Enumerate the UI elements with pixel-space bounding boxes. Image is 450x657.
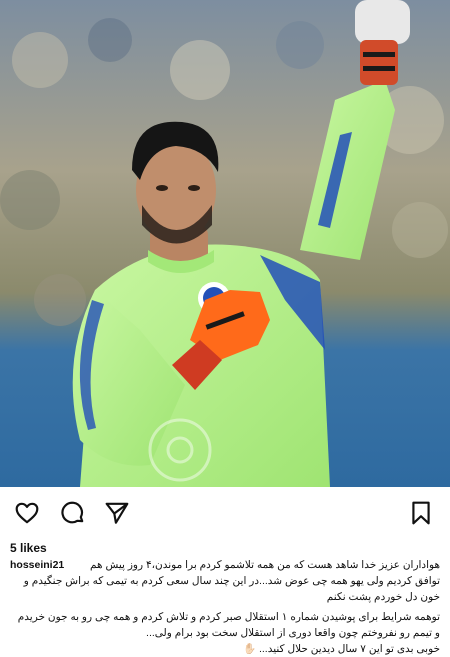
post-actions bbox=[0, 487, 450, 537]
share-icon[interactable] bbox=[104, 500, 130, 526]
caption-line-2: توافق کردیم ولی یهو همه چی عوض شد...در ا… bbox=[23, 575, 440, 587]
post-photo[interactable] bbox=[0, 0, 450, 487]
bookmark-icon[interactable] bbox=[408, 500, 434, 526]
caption-line-1b: هواداران عزیز خدا شاهد هست که من همه تلا… bbox=[90, 559, 440, 571]
caption-line-6: خوبی بدی تو این ۷ سال دیدین حلال کنید...… bbox=[10, 641, 440, 657]
caption-line-4: توهمه شرایط برای پوشیدن شماره ۱ استقلال … bbox=[17, 611, 440, 623]
caption-text-6: خوبی بدی تو این ۷ سال دیدین حلال کنید... bbox=[258, 643, 440, 655]
caption-line-3: خون دل خوردم پشت نکنم bbox=[326, 591, 440, 603]
caption-body: توافق کردیم ولی یهو همه چی عوض شد...در ا… bbox=[10, 573, 440, 657]
likes-count[interactable]: 5 likes bbox=[10, 541, 47, 555]
raised-hand-emoji: ✋🏻 bbox=[242, 643, 257, 655]
heart-icon[interactable] bbox=[14, 500, 40, 526]
comment-icon[interactable] bbox=[60, 500, 86, 526]
goalkeeper-image bbox=[0, 0, 450, 487]
caption-line-5: و تیمم رو نفروختم چون واقعا دوری از استق… bbox=[146, 627, 440, 639]
